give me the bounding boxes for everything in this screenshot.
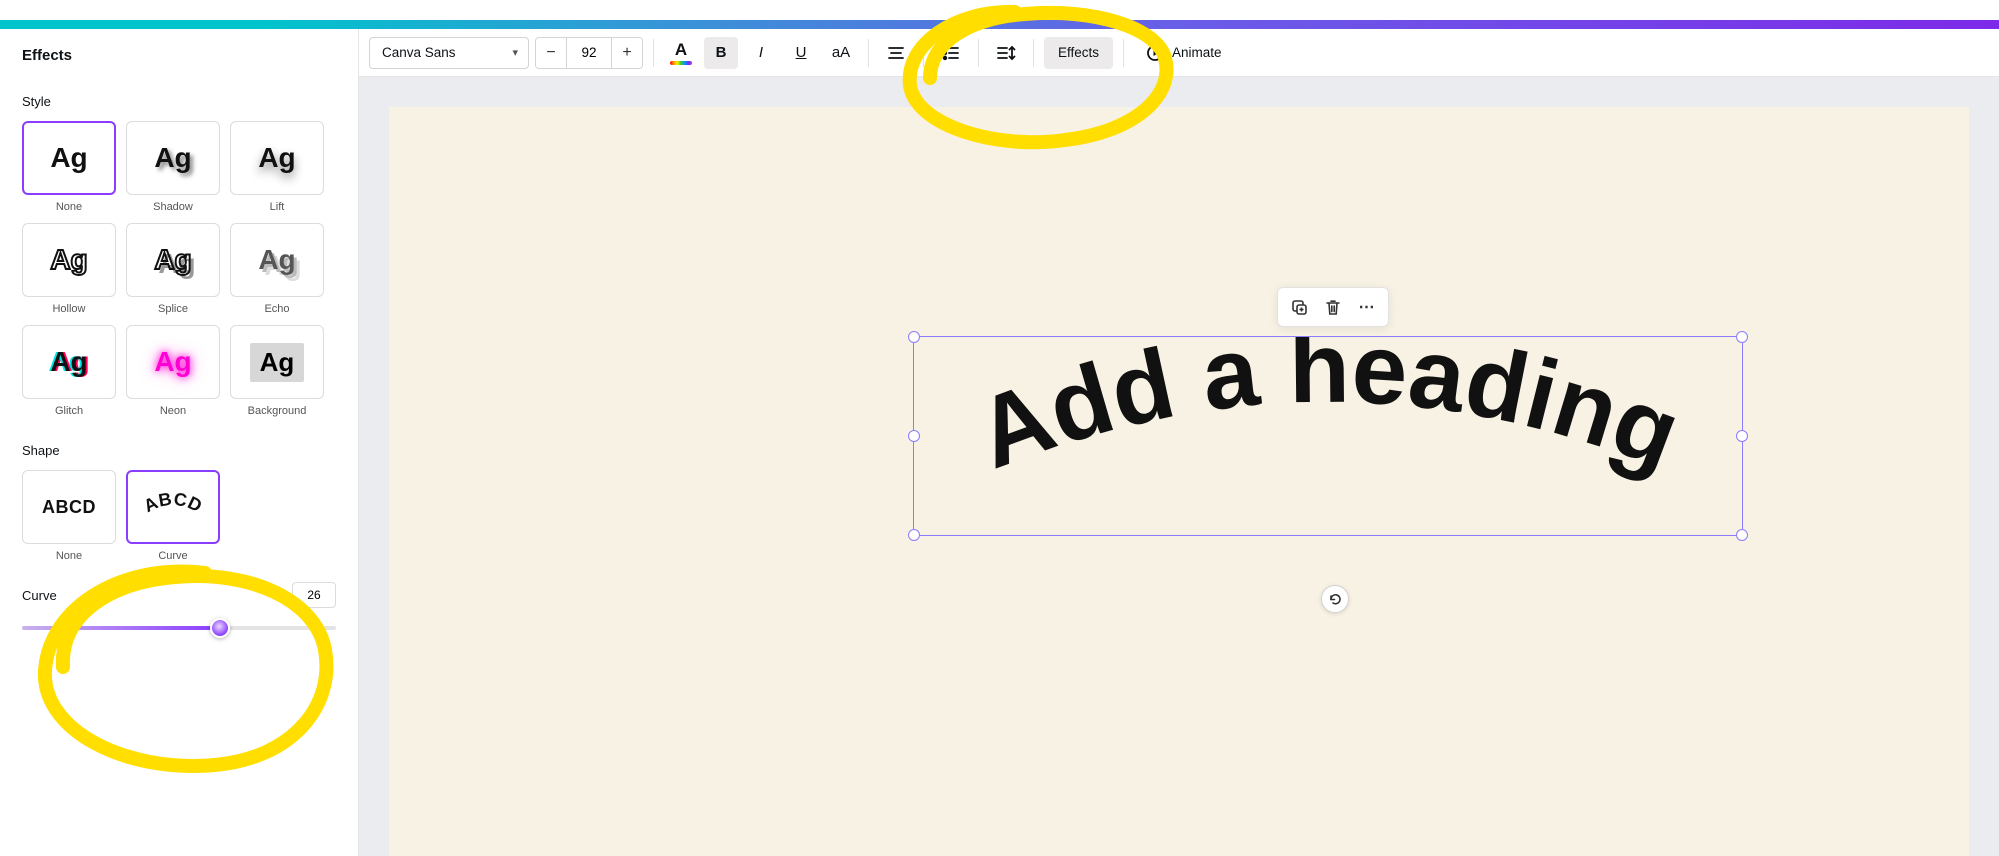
- curve-slider[interactable]: [22, 616, 336, 640]
- font-size-stepper: − +: [535, 37, 643, 69]
- spacing-button[interactable]: [989, 37, 1023, 69]
- style-echo[interactable]: Ag: [230, 223, 324, 297]
- svg-text:Add a heading: Add a heading: [963, 337, 1694, 490]
- resize-handle[interactable]: [1736, 331, 1748, 343]
- effects-sidebar: Effects Style Ag None Ag Shadow Ag Lift Ag H…: [0, 29, 359, 856]
- style-splice[interactable]: Ag: [126, 223, 220, 297]
- bold-button[interactable]: B: [704, 37, 738, 69]
- curve-sample-icon: ABCD: [136, 487, 210, 527]
- chevron-down-icon: ▾: [512, 46, 518, 59]
- style-none[interactable]: Ag: [22, 121, 116, 195]
- alignment-button[interactable]: [879, 37, 913, 69]
- align-icon: [887, 44, 905, 62]
- style-label: Echo: [264, 303, 289, 315]
- shape-label: None: [56, 550, 82, 562]
- duplicate-icon: [1291, 299, 1308, 316]
- font-family-select[interactable]: Canva Sans ▾: [369, 37, 529, 69]
- element-floating-toolbar: ⋯: [1277, 287, 1389, 327]
- style-label: Hollow: [52, 303, 85, 315]
- curve-control-row: Curve: [22, 582, 336, 608]
- slider-thumb[interactable]: [210, 618, 230, 638]
- style-grid: Ag None Ag Shadow Ag Lift Ag Hollow Ag Splice…: [22, 121, 336, 417]
- design-canvas[interactable]: ⋯ Add a heading: [389, 107, 1969, 856]
- font-size-decrease[interactable]: −: [536, 38, 566, 68]
- style-label: Splice: [158, 303, 188, 315]
- font-size-increase[interactable]: +: [612, 38, 642, 68]
- style-label: Background: [248, 405, 307, 417]
- resize-handle[interactable]: [908, 331, 920, 343]
- animate-button[interactable]: Animate: [1134, 37, 1234, 69]
- style-label: None: [56, 201, 82, 213]
- rotate-icon: [1328, 592, 1343, 607]
- more-button[interactable]: ⋯: [1352, 292, 1382, 322]
- svg-text:ABCD: ABCD: [140, 489, 205, 517]
- style-label: Neon: [160, 405, 186, 417]
- resize-handle[interactable]: [1736, 430, 1748, 442]
- resize-handle[interactable]: [1736, 529, 1748, 541]
- uppercase-button[interactable]: aA: [824, 37, 858, 69]
- spacing-icon: [996, 44, 1016, 62]
- duplicate-button[interactable]: [1284, 292, 1314, 322]
- font-size-input[interactable]: [566, 38, 612, 68]
- shape-section-label: Shape: [22, 443, 336, 458]
- resize-handle[interactable]: [908, 430, 920, 442]
- underline-button[interactable]: U: [784, 37, 818, 69]
- shape-none[interactable]: ABCD: [22, 470, 116, 544]
- effects-button[interactable]: Effects: [1044, 37, 1113, 69]
- text-color-button[interactable]: A: [664, 37, 698, 69]
- list-button[interactable]: [934, 37, 968, 69]
- style-background[interactable]: Ag: [230, 325, 324, 399]
- style-label: Glitch: [55, 405, 83, 417]
- text-selection-frame[interactable]: Add a heading: [913, 336, 1743, 536]
- animate-icon: [1146, 44, 1164, 62]
- trash-icon: [1325, 299, 1341, 316]
- style-neon[interactable]: Ag: [126, 325, 220, 399]
- shape-curve[interactable]: ABCD: [126, 470, 220, 544]
- sidebar-title: Effects: [22, 47, 336, 64]
- rotate-handle[interactable]: [1321, 585, 1349, 613]
- delete-button[interactable]: [1318, 292, 1348, 322]
- list-icon: [942, 44, 960, 62]
- color-spectrum-icon: [670, 61, 692, 65]
- shape-grid: ABCD None ABCD Curve: [22, 470, 336, 562]
- style-label: Shadow: [153, 201, 193, 213]
- curve-value-input[interactable]: [292, 582, 336, 608]
- style-hollow[interactable]: Ag: [22, 223, 116, 297]
- italic-button[interactable]: I: [744, 37, 778, 69]
- canvas-area: ⋯ Add a heading: [359, 77, 1999, 856]
- style-section-label: Style: [22, 94, 336, 109]
- style-label: Lift: [270, 201, 285, 213]
- style-glitch[interactable]: Ag: [22, 325, 116, 399]
- brand-gradient-bar: [0, 20, 1999, 29]
- shape-label: Curve: [158, 550, 187, 562]
- resize-handle[interactable]: [908, 529, 920, 541]
- style-shadow[interactable]: Ag: [126, 121, 220, 195]
- curve-label: Curve: [22, 588, 57, 603]
- style-lift[interactable]: Ag: [230, 121, 324, 195]
- text-toolbar: Canva Sans ▾ − + A B I U aA: [359, 29, 1999, 77]
- curved-text[interactable]: Add a heading: [914, 337, 1742, 537]
